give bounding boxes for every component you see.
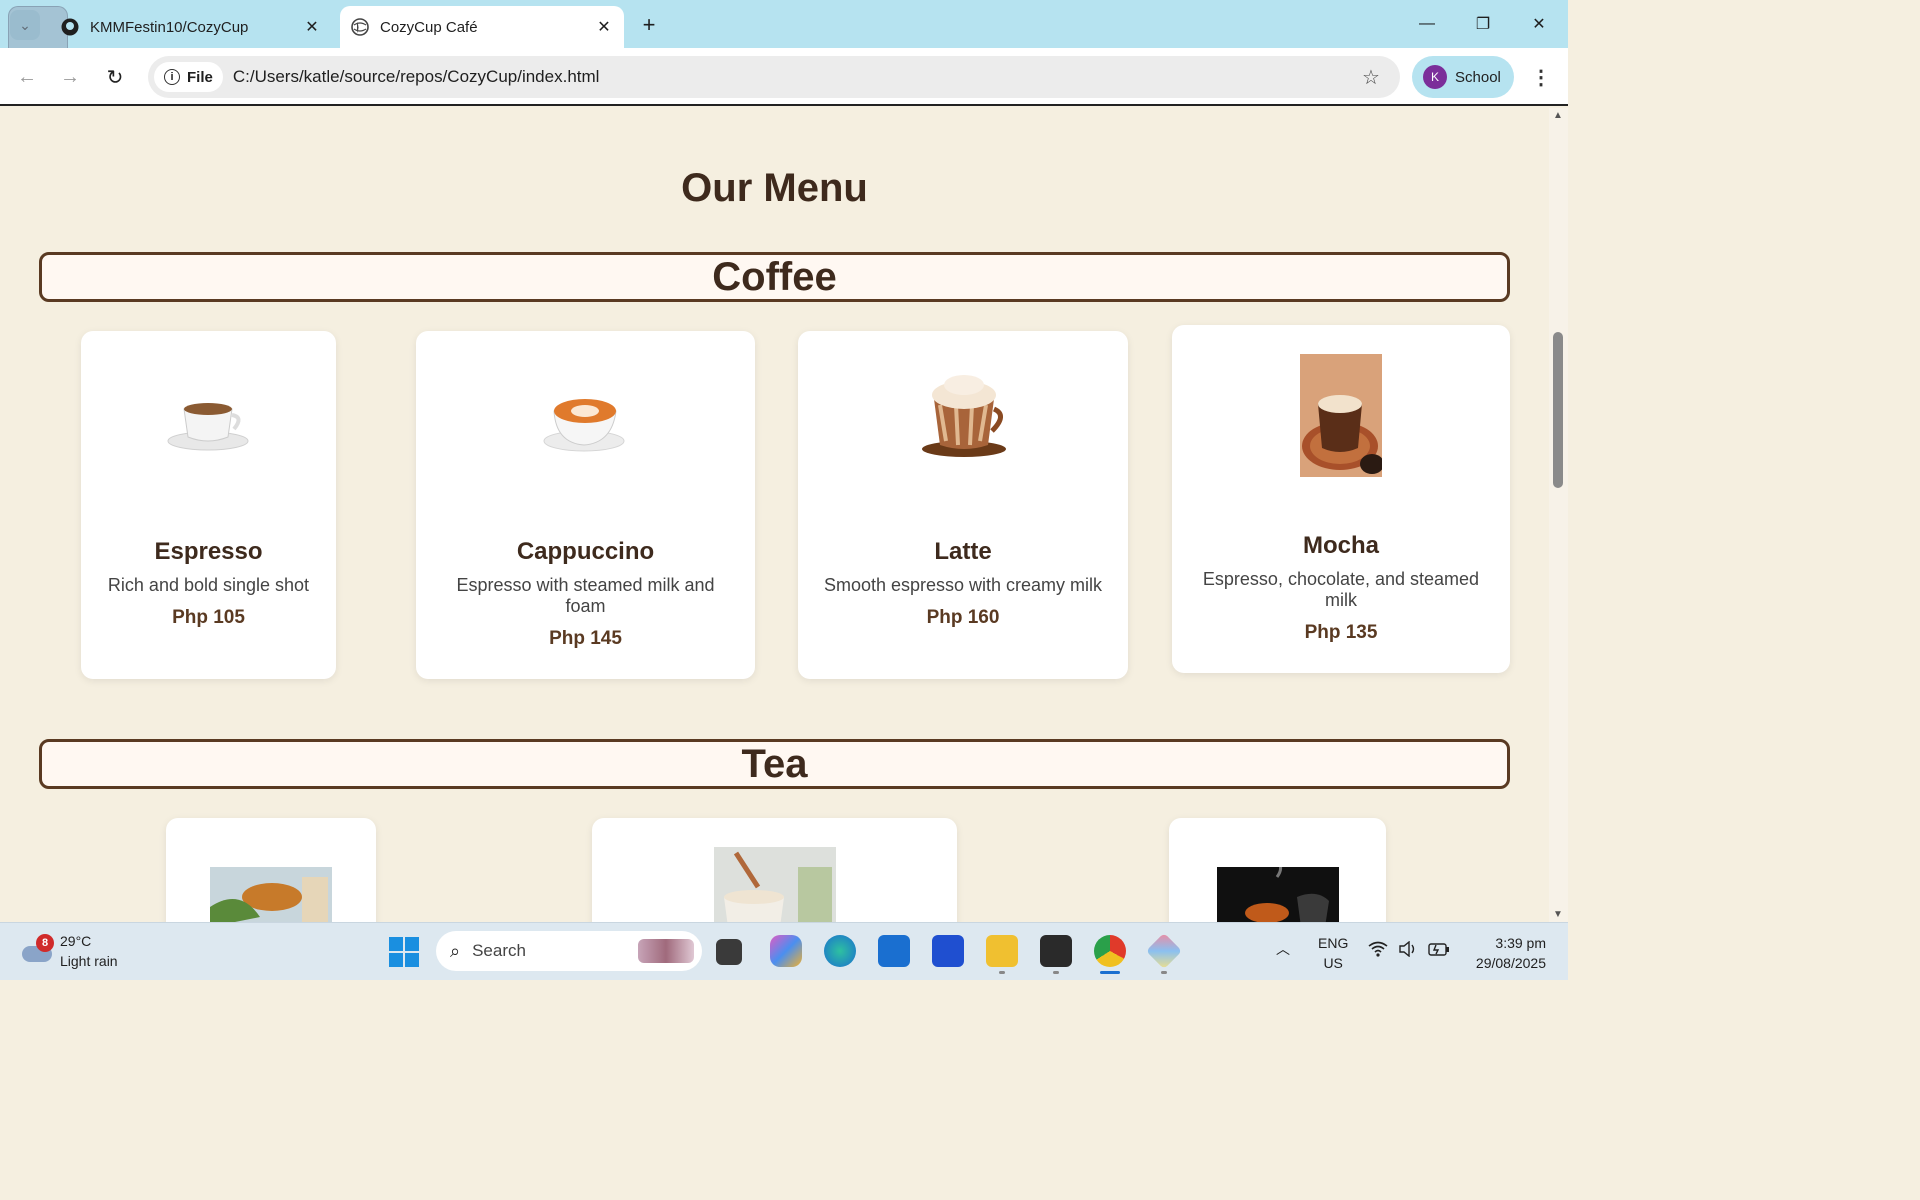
show-hidden-icons-chevron-icon[interactable]: ︿ bbox=[1276, 939, 1290, 959]
snipping-tool-icon[interactable] bbox=[1145, 932, 1183, 970]
item-description: Espresso, chocolate, and steamed milk bbox=[1202, 569, 1480, 610]
latte-image bbox=[798, 365, 1128, 461]
notification-badge: 8 bbox=[36, 934, 54, 952]
globe-icon bbox=[350, 17, 370, 37]
file-explorer-icon[interactable] bbox=[986, 935, 1018, 967]
sticky-notes-icon[interactable] bbox=[1040, 935, 1072, 967]
windows-taskbar: 8 29°C Light rain ⌕ Search ︿ ENG US 3:39 bbox=[0, 922, 1568, 980]
item-name: Cappuccino bbox=[516, 538, 655, 565]
section-header-coffee: Coffee bbox=[39, 252, 1510, 302]
item-price: Php 160 bbox=[926, 607, 1000, 628]
volume-icon[interactable] bbox=[1398, 940, 1418, 960]
new-tab-button[interactable]: + bbox=[636, 12, 662, 38]
item-name: Latte bbox=[934, 538, 992, 565]
search-highlight-image bbox=[638, 939, 694, 963]
chrome-icon[interactable] bbox=[1094, 935, 1126, 967]
profile-button[interactable]: K School bbox=[1412, 56, 1514, 98]
wifi-icon[interactable] bbox=[1368, 941, 1388, 960]
item-price: Php 145 bbox=[549, 628, 622, 649]
menu-card-tea-2 bbox=[592, 818, 957, 922]
restore-icon[interactable]: ❐ bbox=[1463, 8, 1503, 40]
tab-cozycup[interactable]: CozyCup Café ✕ bbox=[340, 6, 624, 48]
herbal-tea-image bbox=[1169, 867, 1386, 922]
clock[interactable]: 3:39 pm 29/08/2025 bbox=[1466, 933, 1546, 973]
item-price: Php 105 bbox=[172, 607, 245, 628]
espresso-image bbox=[81, 385, 336, 455]
tab-title: KMMFestin10/CozyCup bbox=[90, 18, 249, 36]
browser-tab-bar: ⌄ KMMFestin10/CozyCup ✕ CozyCup Café ✕ +… bbox=[0, 0, 1568, 66]
copilot-icon[interactable] bbox=[770, 935, 802, 967]
back-icon[interactable]: ← bbox=[12, 62, 42, 92]
item-price: Php 135 bbox=[1304, 622, 1378, 643]
minimize-icon[interactable]: — bbox=[1407, 8, 1447, 40]
page-title: Our Menu bbox=[681, 166, 868, 210]
site-info-chip[interactable]: i File bbox=[154, 62, 223, 92]
tea-latte-image bbox=[592, 847, 957, 922]
cappuccino-image bbox=[416, 381, 755, 461]
avatar: K bbox=[1423, 65, 1447, 89]
item-description: Smooth espresso with creamy milk bbox=[823, 575, 1103, 595]
close-icon[interactable]: ✕ bbox=[592, 15, 616, 39]
profile-label: School bbox=[1455, 68, 1501, 86]
url-text[interactable]: C:/Users/katle/source/repos/CozyCup/inde… bbox=[233, 67, 1356, 87]
page-scrollbar[interactable]: ▲ ▼ bbox=[1549, 108, 1568, 922]
github-icon bbox=[60, 17, 80, 37]
item-description: Espresso with steamed milk and foam bbox=[456, 575, 715, 616]
item-name: Mocha bbox=[1302, 532, 1379, 559]
close-icon[interactable]: ✕ bbox=[300, 15, 324, 39]
windows-start-icon[interactable] bbox=[389, 937, 419, 967]
tea-image bbox=[166, 867, 376, 922]
tab-github[interactable]: KMMFestin10/CozyCup ✕ bbox=[56, 6, 332, 48]
item-name: Espresso bbox=[154, 538, 263, 565]
bookmark-star-icon[interactable]: ☆ bbox=[1356, 62, 1386, 92]
azure-data-studio-icon[interactable] bbox=[932, 935, 964, 967]
mocha-image bbox=[1172, 354, 1510, 477]
section-header-tea: Tea bbox=[39, 739, 1510, 789]
scroll-up-arrow-icon[interactable]: ▲ bbox=[1553, 110, 1563, 121]
item-description: Rich and bold single shot bbox=[107, 575, 310, 595]
rain-cloud-icon: 8 bbox=[20, 934, 54, 966]
menu-card-tea-1 bbox=[166, 818, 376, 922]
menu-card-espresso: Espresso Rich and bold single shot Php 1… bbox=[81, 331, 336, 679]
tab-title: CozyCup Café bbox=[380, 18, 478, 36]
search-icon: ⌕ bbox=[450, 940, 461, 961]
forward-icon[interactable]: → bbox=[55, 62, 85, 92]
weather-condition: Light rain bbox=[60, 953, 118, 969]
taskbar-search[interactable]: ⌕ Search bbox=[436, 931, 702, 971]
menu-card-tea-3 bbox=[1169, 818, 1386, 922]
info-icon: i bbox=[164, 69, 180, 85]
language-indicator[interactable]: ENG US bbox=[1318, 933, 1348, 973]
page-viewport: Our Menu Coffee Espresso Rich and bold s… bbox=[0, 108, 1549, 922]
browser-toolbar: ← → ↻ i File C:/Users/katle/source/repos… bbox=[0, 48, 1568, 106]
file-chip-label: File bbox=[187, 68, 213, 86]
menu-card-latte: Latte Smooth espresso with creamy milk P… bbox=[798, 331, 1128, 679]
scroll-down-arrow-icon[interactable]: ▼ bbox=[1553, 909, 1563, 920]
weather-temp: 29°C bbox=[60, 933, 92, 949]
more-menu-icon[interactable]: ⋮ bbox=[1528, 62, 1554, 92]
menu-card-mocha: Mocha Espresso, chocolate, and steamed m… bbox=[1172, 325, 1510, 673]
window-close-icon[interactable]: ✕ bbox=[1519, 8, 1559, 40]
scroll-thumb[interactable] bbox=[1553, 332, 1563, 488]
battery-icon[interactable] bbox=[1428, 941, 1450, 960]
reload-icon[interactable]: ↻ bbox=[100, 62, 130, 92]
search-placeholder: Search bbox=[472, 941, 526, 960]
edge-icon[interactable] bbox=[824, 935, 856, 967]
address-bar[interactable]: i File C:/Users/katle/source/repos/CozyC… bbox=[148, 56, 1400, 98]
weather-widget[interactable]: 8 29°C Light rain bbox=[20, 931, 118, 971]
store-icon[interactable] bbox=[878, 935, 910, 967]
task-view-icon[interactable] bbox=[716, 939, 742, 965]
menu-card-cappuccino: Cappuccino Espresso with steamed milk an… bbox=[416, 331, 755, 679]
